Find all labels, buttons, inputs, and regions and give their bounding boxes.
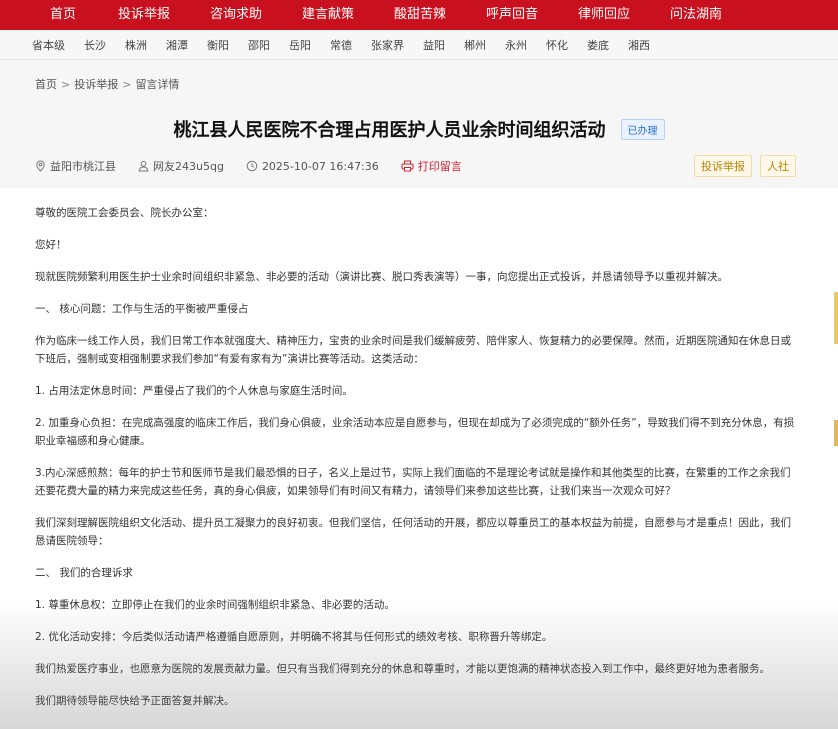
breadcrumb-separator: >	[61, 78, 71, 91]
city-link[interactable]: 常德	[330, 37, 352, 53]
tag-category[interactable]: 人社	[760, 155, 796, 177]
meta-author: 网友243u5qg	[138, 158, 224, 174]
paragraph: 您好！	[35, 239, 67, 251]
paragraph: 我们热爱医疗事业，也愿意为医院的发展贡献力量。但只有当我们得到充分的休息和尊重时…	[35, 663, 770, 675]
city-link[interactable]: 怀化	[546, 37, 568, 53]
city-link[interactable]: 郴州	[464, 37, 486, 53]
status-badge: 已办理	[620, 118, 665, 140]
city-link[interactable]: 邵阳	[248, 37, 270, 53]
edge-marker	[834, 420, 838, 446]
paragraph: 现就医院频繁利用医生护士业余时间组织非紧急、非必要的活动（演讲比赛、脱口秀表演等…	[35, 271, 728, 283]
paragraph: 我们深刻理解医院组织文化活动、提升员工凝聚力的良好初衷。但我们坚信，任何活动的开…	[35, 517, 791, 547]
paragraph: 作为临床一线工作人员，我们日常工作本就强度大、精神压力，宝贵的业余时间是我们缓解…	[35, 335, 791, 365]
meta-datetime: 2025-10-07 16:47:36	[246, 160, 379, 173]
category-tags: 投诉举报 人社	[686, 155, 796, 177]
paragraph: 2. 加重身心负担：在完成高强度的临床工作后，我们身心俱疲，业余活动本应是自愿参…	[35, 417, 795, 447]
nav-consult[interactable]: 咨询求助	[190, 0, 282, 30]
meta-location: 益阳市桃江县	[35, 158, 116, 174]
user-icon	[138, 160, 149, 172]
paragraph: 3.内心深感煎熬：每年的护士节和医师节是我们最恐惧的日子，名义上是过节，实际上我…	[35, 467, 791, 497]
nav-life[interactable]: 酸甜苦辣	[374, 0, 466, 30]
nav-complaint[interactable]: 投诉举报	[98, 0, 190, 30]
city-link[interactable]: 长沙	[84, 37, 106, 53]
meta-row: 益阳市桃江县 网友243u5qg 2025-10-07 16:47:36 打印留…	[35, 158, 484, 174]
city-link[interactable]: 益阳	[423, 37, 445, 53]
location-text: 益阳市桃江县	[50, 160, 116, 173]
title-row: 桃江县人民医院不合理占用医护人员业余时间组织活动 已办理	[0, 116, 838, 142]
city-link[interactable]: 湘潭	[166, 37, 188, 53]
breadcrumb-section[interactable]: 投诉举报	[74, 78, 118, 91]
paragraph: 二、 我们的合理诉求	[35, 567, 133, 579]
message-body: 尊敬的医院工会委员会、院长办公室： 您好！ 现就医院频繁利用医生护士业余时间组织…	[35, 204, 795, 724]
nav-echo[interactable]: 呼声回音	[466, 0, 558, 30]
nav-law[interactable]: 问法湖南	[650, 0, 742, 30]
city-link[interactable]: 衡阳	[207, 37, 229, 53]
paragraph: 我们期待领导能尽快给予正面答复并解决。	[35, 695, 235, 707]
print-label: 打印留言	[417, 160, 462, 173]
clock-icon	[246, 160, 258, 172]
top-nav: 首页 投诉举报 咨询求助 建言献策 酸甜苦辣 呼声回音 律师回应 问法湖南	[0, 0, 838, 30]
breadcrumb: 首页 > 投诉举报 > 留言详情	[35, 76, 179, 92]
breadcrumb-current: 留言详情	[135, 78, 180, 91]
paragraph: 1. 尊重休息权：立即停止在我们的业余时间强制组织非紧急、非必要的活动。	[35, 599, 395, 611]
edge-marker	[834, 292, 838, 344]
city-bar: 省本级 长沙 株洲 湘潭 衡阳 邵阳 岳阳 常德 张家界 益阳 郴州 永州 怀化…	[0, 30, 838, 60]
city-link[interactable]: 省本级	[32, 37, 65, 53]
city-link[interactable]: 娄底	[587, 37, 609, 53]
paragraph: 一、 核心问题：工作与生活的平衡被严重侵占	[35, 303, 249, 315]
location-pin-icon	[36, 160, 45, 172]
tag-complaint[interactable]: 投诉举报	[694, 155, 752, 177]
page-title: 桃江县人民医院不合理占用医护人员业余时间组织活动	[173, 120, 606, 141]
nav-lawyer[interactable]: 律师回应	[558, 0, 650, 30]
breadcrumb-home[interactable]: 首页	[35, 78, 57, 91]
paragraph: 2. 优化活动安排：今后类似活动请严格遵循自愿原则，并明确不将其与任何形式的绩效…	[35, 631, 553, 643]
city-link[interactable]: 湘西	[628, 37, 650, 53]
city-link[interactable]: 永州	[505, 37, 527, 53]
breadcrumb-separator: >	[122, 78, 132, 91]
paragraph: 尊敬的医院工会委员会、院长办公室：	[35, 207, 214, 219]
city-link[interactable]: 株洲	[125, 37, 147, 53]
print-button[interactable]: 打印留言	[401, 158, 462, 174]
city-link[interactable]: 岳阳	[289, 37, 311, 53]
city-link[interactable]: 张家界	[371, 37, 404, 53]
paragraph: 1. 占用法定休息时间：严重侵占了我们的个人休息与家庭生活时间。	[35, 385, 353, 397]
datetime-text: 2025-10-07 16:47:36	[261, 159, 379, 173]
nav-suggest[interactable]: 建言献策	[282, 0, 374, 30]
nav-home[interactable]: 首页	[28, 0, 98, 30]
printer-icon	[401, 160, 414, 172]
author-text: 网友243u5qg	[153, 160, 224, 173]
